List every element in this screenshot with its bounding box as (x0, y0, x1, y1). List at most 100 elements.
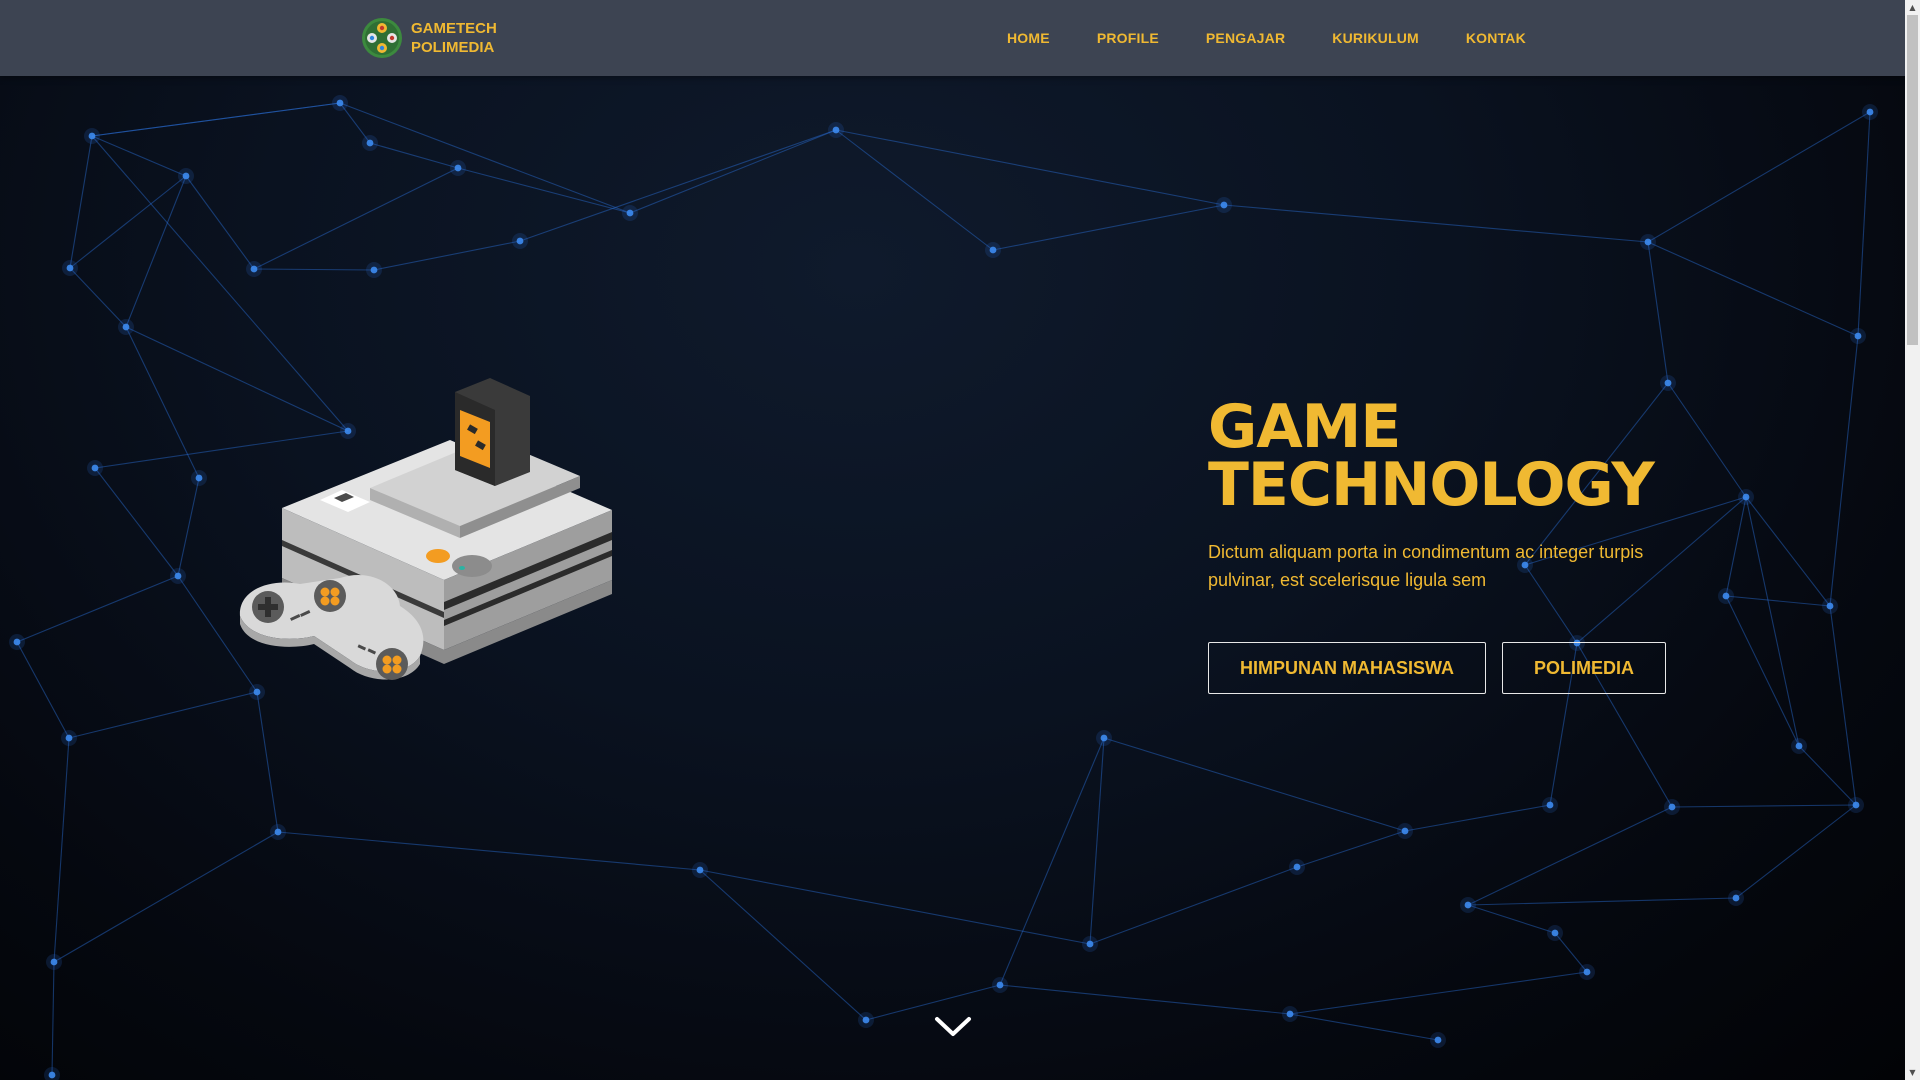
network-node (1100, 734, 1108, 742)
network-node (174, 572, 182, 580)
network-node (1464, 901, 1472, 909)
network-line (69, 267, 127, 328)
network-line (999, 984, 1291, 1015)
network-line (68, 691, 258, 739)
nav-kurikulum[interactable]: KURIKULUM (1332, 30, 1419, 46)
network-line (1467, 897, 1737, 906)
brand-name-line2: POLIMEDIA (411, 39, 495, 56)
brand[interactable]: GAMETECH POLIMEDIA (361, 17, 497, 59)
network-line (373, 240, 521, 271)
himpunan-mahasiswa-button[interactable]: HIMPUNAN MAHASISWA (1208, 642, 1486, 694)
network-node (1220, 201, 1228, 209)
network-node (989, 246, 997, 254)
network-line (69, 175, 187, 269)
network-line (1467, 806, 1673, 906)
network-line (1103, 737, 1406, 832)
network-line (256, 691, 279, 833)
network-node (1293, 863, 1301, 871)
network-line (339, 102, 631, 214)
network-node (88, 132, 96, 140)
network-node (366, 139, 374, 147)
network-line (699, 869, 1091, 945)
network-line (277, 831, 701, 871)
network-node (122, 323, 130, 331)
network-line (91, 102, 341, 137)
network-node (1086, 940, 1094, 948)
nav-pengajar[interactable]: PENGAJAR (1206, 30, 1285, 46)
network-node (1583, 968, 1591, 976)
network-line (53, 831, 279, 963)
network-line (125, 175, 187, 328)
scrollbar-thumb[interactable] (1907, 15, 1918, 345)
network-line (53, 737, 70, 963)
network-line (457, 167, 631, 214)
network-line (1829, 335, 1859, 607)
network-line (1647, 241, 1669, 384)
network-line (51, 961, 55, 1076)
scroll-down-arrow-icon[interactable]: ▼ (1905, 1065, 1920, 1080)
network-node (1742, 493, 1750, 501)
nav-profile[interactable]: PROFILE (1097, 30, 1159, 46)
network-node (274, 828, 282, 836)
network-line (125, 326, 200, 479)
landing-viewport: GAMETECH POLIMEDIA HOME PROFILE PENGAJAR… (0, 0, 1905, 1080)
navbar: GAMETECH POLIMEDIA HOME PROFILE PENGAJAR… (0, 0, 1905, 76)
network-node (1668, 803, 1676, 811)
hero-title-line2: TECHNOLOGY (1208, 450, 1655, 520)
nav-kontak[interactable]: KONTAK (1466, 30, 1526, 46)
vertical-scrollbar[interactable]: ▲ ▼ (1905, 0, 1920, 1080)
network-node (1866, 108, 1874, 116)
network-node (48, 1071, 56, 1079)
network-node (1286, 1010, 1294, 1018)
network-node (91, 464, 99, 472)
network-line (69, 135, 93, 269)
network-node (370, 266, 378, 274)
brand-name-line1: GAMETECH (411, 20, 497, 37)
network-node (454, 164, 462, 172)
network-node (1795, 742, 1803, 750)
network-line (1725, 595, 1800, 747)
network-line (1223, 204, 1649, 243)
network-line (519, 129, 837, 242)
network-node (336, 99, 344, 107)
network-line (1289, 1013, 1439, 1041)
network-line (253, 268, 375, 271)
network-line (1647, 111, 1871, 243)
hero-title: GAME TECHNOLOGY (1208, 397, 1688, 520)
network-line (629, 129, 837, 214)
network-line (1735, 804, 1857, 899)
chevron-down-icon[interactable] (934, 1015, 972, 1039)
network-node (1401, 827, 1409, 835)
hero-buttons: HIMPUNAN MAHASISWA POLIMEDIA (1208, 642, 1688, 694)
network-node (1732, 894, 1740, 902)
network-line (1467, 904, 1556, 934)
network-line (835, 129, 994, 251)
hero-description: Dictum aliquam porta in condimentum ac i… (1208, 542, 1644, 590)
network-line (992, 204, 1225, 251)
network-line (253, 167, 459, 270)
page: GAMETECH POLIMEDIA HOME PROFILE PENGAJAR… (0, 0, 1920, 1080)
network-line (1671, 804, 1857, 808)
network-node (1852, 801, 1860, 809)
network-line (1725, 595, 1831, 607)
gamepad-buttons-logo-icon (362, 18, 402, 58)
hero-section: GAME TECHNOLOGY Dictum aliquam porta in … (1208, 397, 1688, 694)
network-line (1089, 737, 1105, 945)
network-node (50, 958, 58, 966)
network-line (1296, 830, 1406, 868)
nav-home[interactable]: HOME (1007, 30, 1050, 46)
network-line (1798, 745, 1857, 806)
network-node (626, 209, 634, 217)
scroll-up-arrow-icon[interactable]: ▲ (1905, 0, 1920, 15)
polimedia-button[interactable]: POLIMEDIA (1502, 642, 1667, 694)
main-nav: HOME PROFILE PENGAJAR KURIKULUM KONTAK (1007, 0, 1526, 76)
network-node (832, 126, 840, 134)
network-line (865, 984, 1001, 1021)
retro-game-console-illustration (239, 378, 612, 680)
network-node (65, 734, 73, 742)
network-line (1857, 111, 1871, 337)
network-node (696, 866, 704, 874)
network-line (1289, 971, 1588, 1015)
network-node (1854, 332, 1862, 340)
network-line (369, 142, 459, 169)
